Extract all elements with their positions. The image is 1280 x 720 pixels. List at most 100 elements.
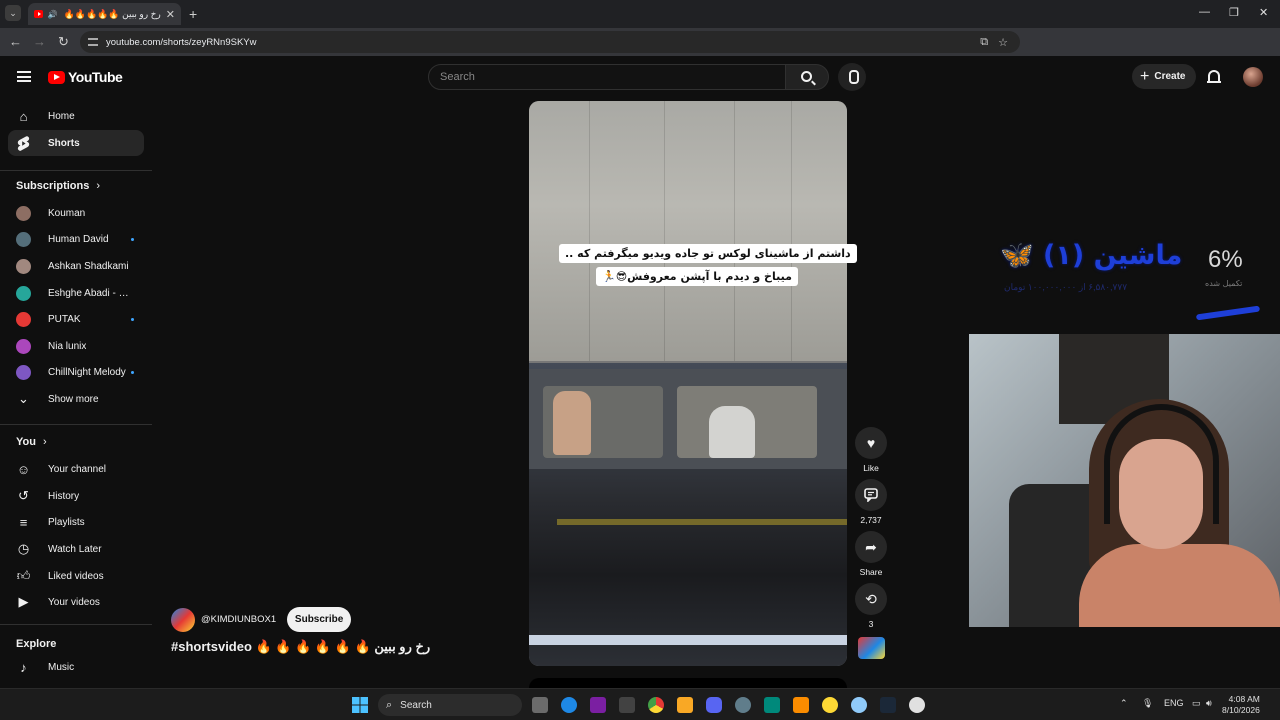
show-more-label: Show more [48, 393, 99, 405]
next-short-preview[interactable] [529, 678, 847, 688]
forward-button[interactable]: → [33, 35, 46, 49]
sidebar-item-chillnight-melody[interactable]: ChillNight Melody [8, 359, 144, 385]
edge-icon[interactable] [561, 697, 577, 713]
create-button[interactable]: + Create [1132, 64, 1196, 89]
subscriptions-heading-label: Subscriptions [16, 180, 90, 192]
short-video-player[interactable] [529, 101, 847, 666]
sidebar-item-nia-lunix[interactable]: Nia lunix [8, 333, 144, 359]
install-app-icon[interactable]: ⧉ [980, 36, 988, 49]
sidebar-item-kouman[interactable]: Kouman [8, 200, 144, 226]
search-input[interactable]: Search [428, 64, 786, 90]
notifications-bell-icon[interactable] [1207, 70, 1221, 83]
steam-icon[interactable] [880, 697, 896, 713]
tab-search-button[interactable]: ⌄ [5, 5, 21, 21]
sidebar-item-label: Eshghe Abadi - عشق ابدی [48, 287, 134, 299]
chrome-icon[interactable] [648, 697, 664, 713]
network-icon[interactable]: ▭ [1192, 698, 1201, 709]
browser-tab-strip: ⌄ 🔊 رخ رو ببین 🔥🔥🔥🔥🔥 ✕ + — ❐ ✕ [0, 0, 1280, 28]
comments-count: 2,737 [860, 515, 882, 525]
channel-thumbnail[interactable] [858, 637, 885, 659]
window-close-button[interactable]: ✕ [1259, 6, 1268, 19]
taskbar-clock[interactable]: 4:08 AM 8/10/2026 [1222, 694, 1260, 716]
video-frame-passenger [553, 391, 591, 455]
app-circle-icon[interactable] [735, 697, 751, 713]
channel-avatar [16, 285, 31, 301]
sidebar-item-shorts[interactable]: Shorts [8, 130, 144, 156]
sidebar-item-eshghe-abadi[interactable]: Eshghe Abadi - عشق ابدی [8, 280, 144, 306]
restore-button[interactable]: ❐ [1229, 6, 1239, 19]
site-info-icon[interactable] [88, 38, 98, 46]
guide-menu-icon[interactable] [17, 71, 31, 82]
show-more-button[interactable]: ⌄ Show more [8, 386, 144, 412]
account-avatar[interactable] [1243, 67, 1263, 87]
audio-playing-icon[interactable]: 🔊 [48, 10, 58, 19]
subscribe-button[interactable]: Subscribe [287, 607, 352, 632]
windows-start-icon[interactable] [352, 697, 368, 713]
app-r-icon[interactable] [590, 697, 606, 713]
channel-avatar[interactable] [171, 607, 195, 632]
share-icon: ➦ [855, 531, 887, 563]
sidebar-divider [0, 624, 152, 625]
new-tab-button[interactable]: + [189, 6, 197, 22]
app-yellow-icon[interactable] [822, 697, 838, 713]
sidebar-item-history[interactable]: ↺ History [8, 483, 144, 509]
sidebar-item-label: Nia lunix [48, 340, 87, 352]
volume-icon[interactable]: 🔊︎ [1206, 698, 1212, 709]
like-label: Like [863, 463, 879, 473]
tab-close-icon[interactable]: ✕ [166, 8, 175, 21]
subscriptions-heading[interactable]: Subscriptions › [16, 180, 100, 192]
sidebar-item-liked-videos[interactable]: 👍︎ Liked videos [8, 563, 144, 589]
taskbar-search[interactable]: ⌕ Search [378, 694, 522, 716]
new-content-dot [131, 237, 134, 241]
clock-date: 8/10/2026 [1222, 705, 1260, 715]
app-orange-icon[interactable] [793, 697, 809, 713]
explore-heading: Explore [16, 638, 57, 650]
sidebar-item-playlists[interactable]: ≡ Playlists [8, 509, 144, 535]
sidebar-item-watch-later[interactable]: ◷ Watch Later [8, 536, 144, 562]
like-button[interactable]: ♥ Like [855, 427, 887, 473]
sidebar-item-label: Shorts [48, 137, 80, 149]
share-label: Share [859, 567, 883, 577]
sidebar-item-human-david[interactable]: Human David [8, 226, 144, 252]
webcam-person-shirt [1079, 544, 1280, 627]
app-globe-icon[interactable] [851, 697, 867, 713]
plus-icon: + [1140, 67, 1150, 85]
channel-handle[interactable]: @KIMDIUNBOX1 [201, 614, 276, 625]
video-caption-line-2: میباخ و دیدم با آپشن معروفش😎🏃 [596, 267, 798, 286]
bookmark-star-icon[interactable]: ☆ [998, 36, 1008, 49]
channel-avatar [16, 338, 31, 354]
sidebar-item-your-videos[interactable]: ▶ Your videos [8, 589, 144, 615]
sidebar-item-ashkan-shadkami[interactable]: Ashkan Shadkami [8, 253, 144, 279]
sidebar-item-music[interactable]: ♪ Music [8, 654, 144, 680]
media-player-icon[interactable] [909, 697, 925, 713]
reload-button[interactable]: ↻ [58, 35, 69, 49]
task-view-icon[interactable] [532, 697, 548, 713]
chevron-right-icon: › [43, 436, 47, 448]
short-title: #shortsvideo 🔥 🔥 🔥 🔥 🔥 🔥 رخ رو ببین [171, 639, 431, 654]
tray-mic-icon[interactable]: 🎙︎ [1142, 698, 1153, 709]
you-heading[interactable]: You › [16, 436, 47, 448]
back-button[interactable]: ← [9, 35, 22, 49]
minimize-button[interactable]: — [1199, 6, 1210, 18]
sidebar-item-your-channel[interactable]: ☺ Your channel [8, 456, 144, 482]
sidebar: ⌂ Home Shorts Subscriptions › Kouman Hum… [0, 98, 152, 688]
file-explorer-icon[interactable] [677, 697, 693, 713]
share-button[interactable]: ➦ Share [855, 531, 887, 577]
app-cube-icon[interactable] [619, 697, 635, 713]
tray-overflow-icon[interactable]: ⌃ [1120, 698, 1128, 709]
sidebar-item-label: Liked videos [48, 570, 104, 582]
app-check-icon[interactable] [764, 697, 780, 713]
remix-button[interactable]: ⟲ 3 [855, 583, 887, 629]
sidebar-item-putak[interactable]: PUTAK [8, 306, 144, 332]
language-indicator[interactable]: ENG [1164, 698, 1184, 708]
browser-tab[interactable]: 🔊 رخ رو ببین 🔥🔥🔥🔥🔥 ✕ [28, 3, 181, 25]
comments-button[interactable]: 2,737 [855, 479, 887, 525]
discord-icon[interactable] [706, 697, 722, 713]
youtube-logo[interactable]: YouTube [48, 69, 123, 85]
voice-search-button[interactable] [838, 63, 866, 91]
search-button[interactable] [785, 64, 829, 90]
sidebar-item-home[interactable]: ⌂ Home [8, 103, 144, 129]
address-bar[interactable]: youtube.com/shorts/zeyRNn9SKYw ⧉ ☆ [80, 31, 1020, 53]
youtube-header: YouTube Search + Create [0, 56, 1280, 98]
browser-toolbar: ← → ↻ youtube.com/shorts/zeyRNn9SKYw ⧉ ☆… [0, 28, 1280, 76]
